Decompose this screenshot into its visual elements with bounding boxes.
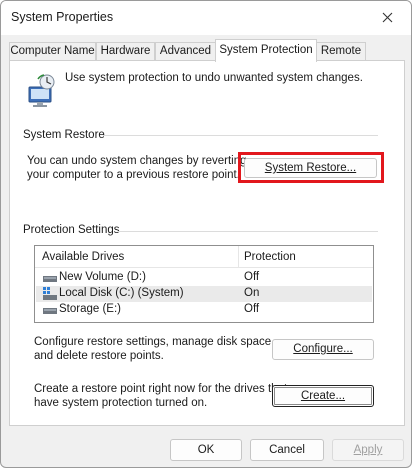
ok-button[interactable]: OK (170, 439, 242, 461)
group-divider (103, 135, 378, 136)
drive-protection: Off (244, 271, 260, 283)
create-description-line1: Create a restore point right now for the… (34, 383, 288, 395)
drives-list[interactable]: Available Drives Protection New Volume (… (34, 245, 374, 323)
drive-icon (43, 306, 57, 314)
tab-remote[interactable]: Remote (316, 42, 366, 61)
create-description-line2: have system protection turned on. (34, 397, 208, 409)
system-drive-icon (43, 287, 57, 300)
group-divider (118, 231, 378, 232)
tab-panel: Use system protection to undo unwanted s… (9, 60, 405, 426)
create-button[interactable]: Create... (272, 385, 374, 407)
drive-name: Local Disk (C:) (System) (59, 287, 184, 299)
apply-button-label: Apply (353, 444, 383, 456)
protection-settings-group-label: Protection Settings (23, 224, 120, 236)
drive-protection: Off (244, 303, 260, 315)
configure-description-line2: and delete restore points. (34, 350, 164, 362)
create-button-label: Create... (300, 390, 346, 402)
drive-icon (43, 274, 57, 282)
tab-system-protection[interactable]: System Protection (215, 39, 317, 62)
cancel-button[interactable]: Cancel (250, 439, 324, 461)
drive-row[interactable]: Local Disk (C:) (System) On (36, 286, 372, 302)
system-protection-icon (24, 73, 58, 109)
configure-description-line1: Configure restore settings, manage disk … (34, 336, 275, 348)
tab-strip: Computer Name Hardware Advanced System P… (9, 39, 405, 62)
title-bar: System Properties (1, 1, 411, 35)
drive-name: Storage (E:) (59, 303, 121, 315)
system-restore-description-line2: your computer to a previous restore poin… (27, 169, 240, 181)
window-title: System Properties (11, 10, 114, 24)
highlight-outline (238, 152, 384, 183)
configure-button[interactable]: Configure... (272, 339, 374, 360)
close-button[interactable] (367, 3, 407, 31)
close-icon (382, 12, 392, 22)
system-restore-description-line1: You can undo system changes by reverting (27, 155, 247, 167)
column-header-drives[interactable]: Available Drives (42, 251, 124, 263)
drive-row[interactable]: New Volume (D:) Off (36, 270, 372, 286)
drive-name: New Volume (D:) (59, 271, 146, 283)
system-properties-window: System Properties Computer Name Hardware… (0, 0, 412, 468)
tab-advanced[interactable]: Advanced (155, 42, 216, 61)
list-header: Available Drives Protection (35, 246, 373, 268)
configure-button-label: Configure... (293, 343, 353, 355)
column-header-protection[interactable]: Protection (244, 251, 296, 263)
tab-computer-name[interactable]: Computer Name (9, 42, 96, 61)
intro-text: Use system protection to undo unwanted s… (65, 72, 363, 84)
drive-row[interactable]: Storage (E:) Off (36, 302, 372, 318)
column-separator (238, 246, 239, 268)
drive-protection: On (244, 287, 260, 299)
apply-button[interactable]: Apply (332, 439, 404, 461)
tab-hardware[interactable]: Hardware (96, 42, 155, 61)
system-restore-group-label: System Restore (23, 129, 105, 141)
